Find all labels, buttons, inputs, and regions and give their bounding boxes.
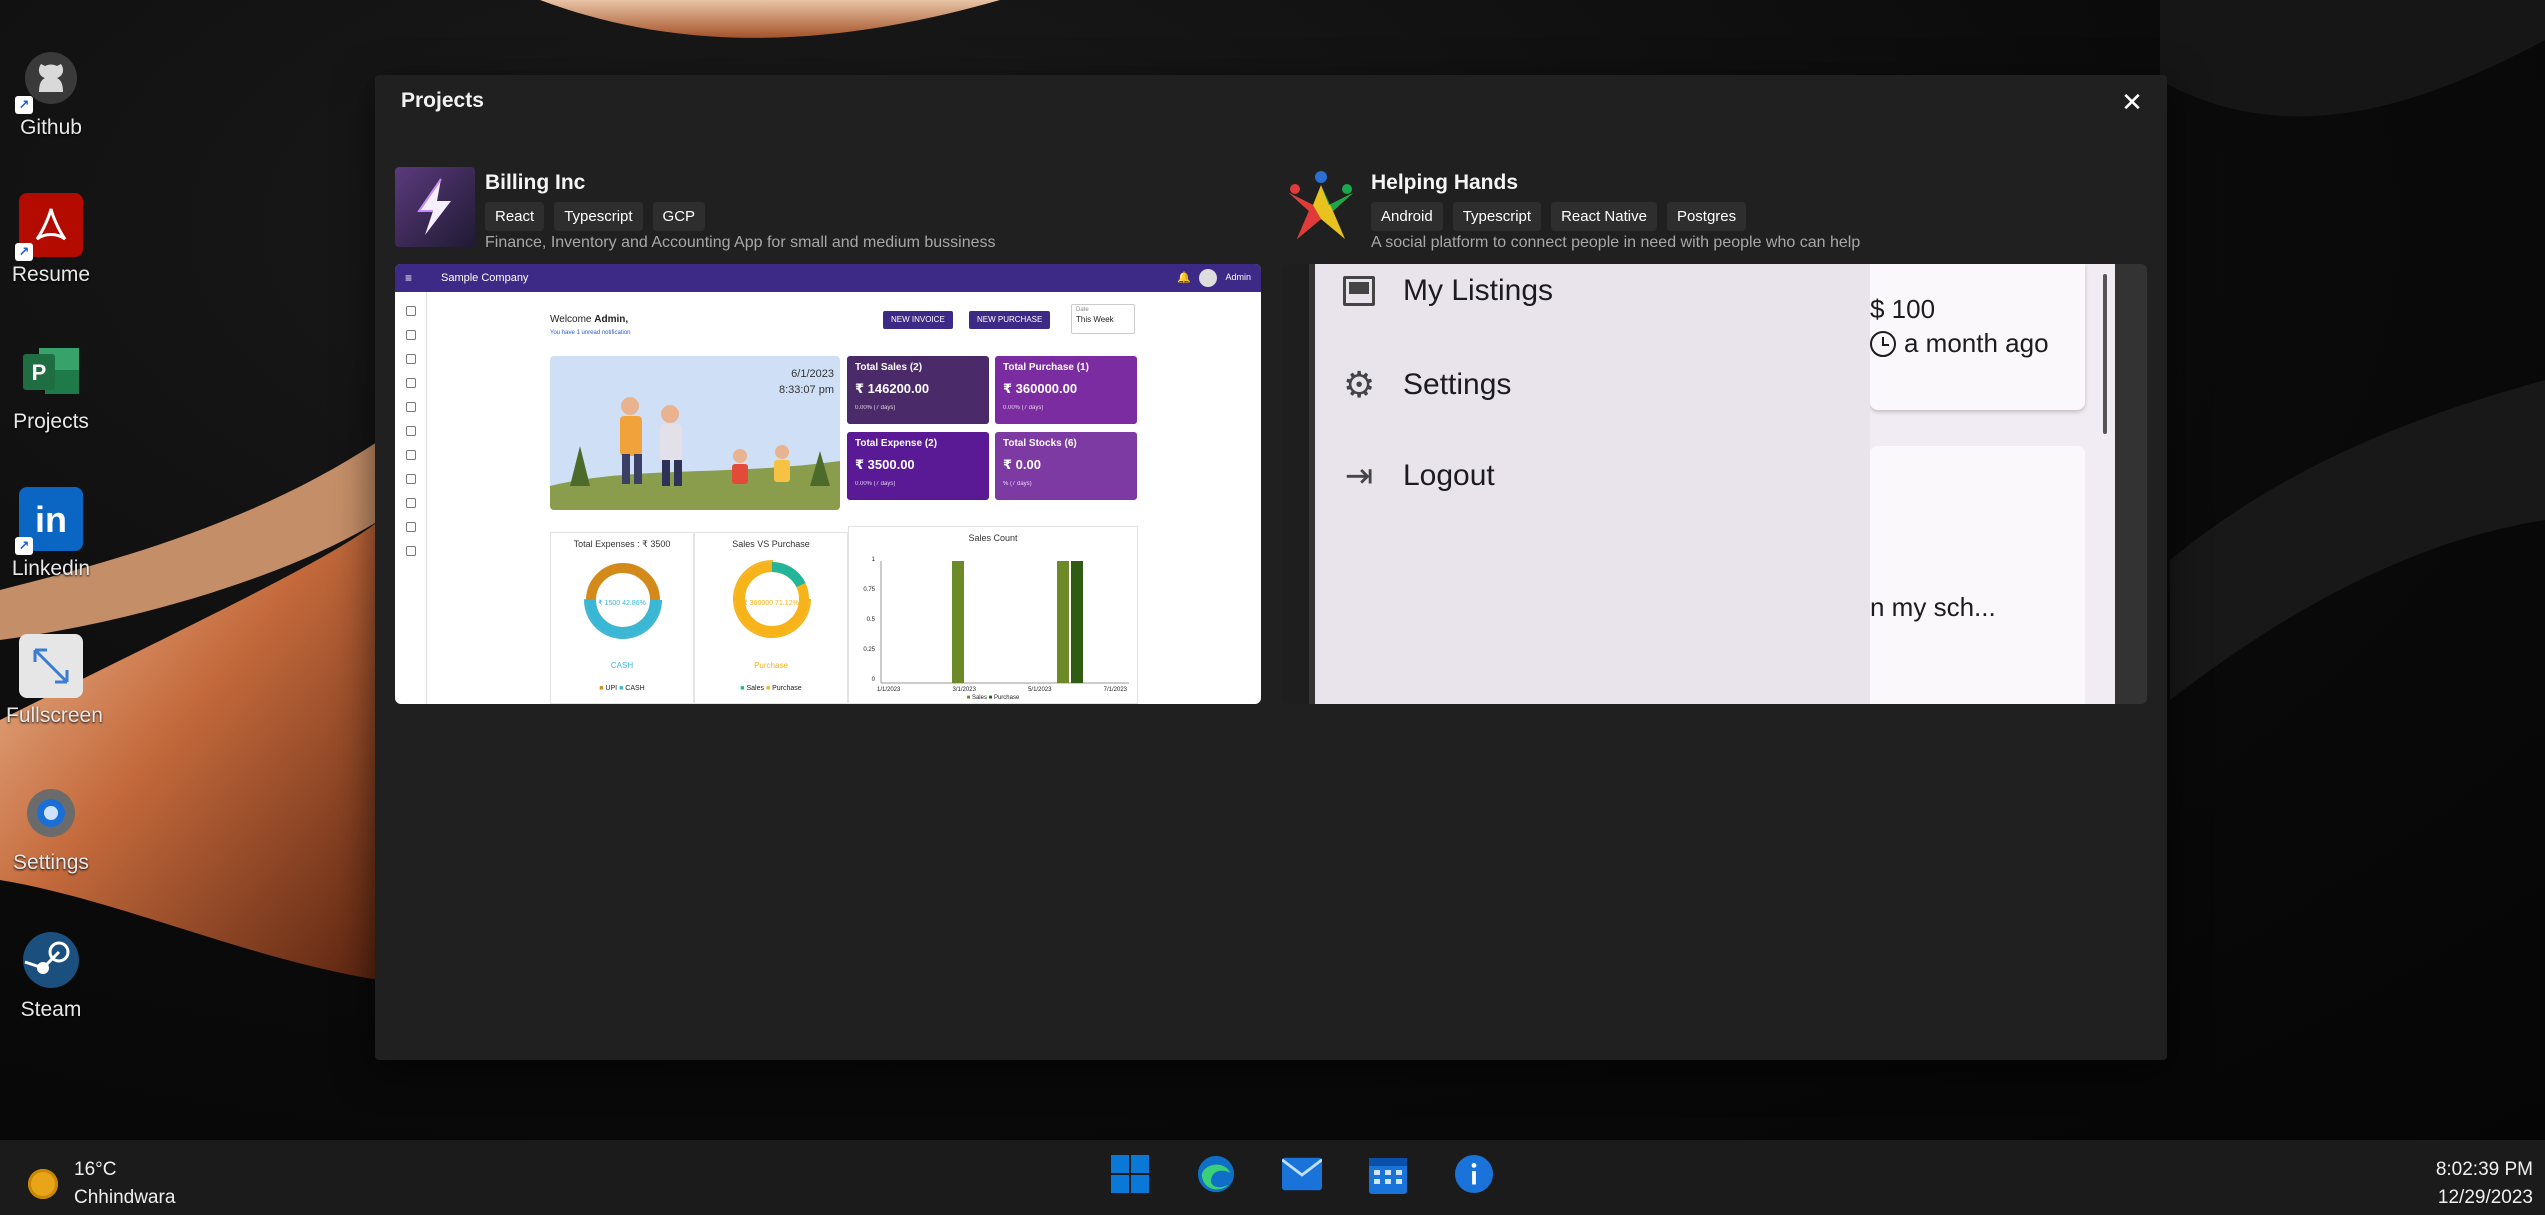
steam-icon [19, 928, 83, 992]
edge-icon[interactable] [1196, 1154, 1236, 1194]
user-name: Admin [1225, 272, 1251, 282]
tag-react-native: React Native [1551, 202, 1657, 231]
desktop-icon-label: Projects [13, 410, 89, 433]
helping-hands-logo-icon [1281, 167, 1361, 247]
company-name: Sample Company [441, 272, 529, 284]
welcome-illustration: 6/1/2023 8:33:07 pm [550, 356, 840, 510]
desktop-icon-projects[interactable]: P Projects [6, 340, 96, 434]
notification-text: You have 1 unread notification [550, 330, 631, 336]
drawer-item-my-listings: My Listings [1343, 274, 1553, 308]
calendar-icon[interactable] [1368, 1154, 1408, 1194]
billing-logo-icon [395, 167, 475, 247]
weather-widget[interactable]: 16°C Chhindwara [28, 1156, 175, 1212]
stat-total-expense: Total Expense (2) ₹ 3500.00 0.00% (7 day… [847, 432, 989, 500]
desktop-icon-linkedin[interactable]: in ↗ Linkedin [6, 487, 96, 581]
taskbar-apps [1110, 1154, 1494, 1194]
tag-android: Android [1371, 202, 1443, 231]
drawer-item-settings: ⚙ Settings [1343, 364, 1512, 405]
gear-icon: ⚙ [1343, 364, 1376, 405]
clock-date: 12/29/2023 [2437, 1187, 2533, 1208]
sales-count-panel: Sales Count 1 0.75 0.5 0.25 0 1/1/2023 3… [848, 526, 1138, 704]
listing-time: a month ago [1904, 328, 2049, 358]
svg-text:in: in [35, 499, 67, 540]
desktop-icon-resume[interactable]: ↗ Resume [6, 193, 96, 287]
billing-topbar: ≡ Sample Company 🔔 Admin [395, 264, 1261, 292]
shortcut-arrow-icon: ↗ [15, 96, 33, 114]
desktop-icon-fullscreen[interactable]: Fullscreen [6, 634, 103, 728]
stat-total-stocks: Total Stocks (6) ₹ 0.00 % (7 days) [995, 432, 1137, 500]
clock-icon [1870, 330, 1896, 357]
sales-vs-purchase-panel: Sales VS Purchase ₹ 360000 71.12% Purcha… [694, 532, 848, 704]
desktop-icon-label: Steam [20, 998, 82, 1021]
tag-typescript: Typescript [1452, 202, 1542, 231]
listing-snippet: n my sch... [1870, 592, 1996, 622]
fullscreen-icon [19, 634, 83, 698]
stat-total-sales: Total Sales (2) ₹ 146200.00 0.00% (7 day… [847, 356, 989, 424]
illustration-time: 8:33:07 pm [778, 384, 834, 396]
clock-time: 8:02:39 PM [2435, 1159, 2533, 1180]
expenses-panel: Total Expenses : ₹ 3500 ₹ 1500 42.86% CA… [550, 532, 694, 704]
info-icon[interactable] [1454, 1154, 1494, 1194]
bell-icon: 🔔 [1177, 272, 1191, 284]
project-description: A social platform to connect people in n… [1371, 234, 1861, 251]
project-name: Helping Hands [1371, 171, 1519, 194]
pdf-icon: ↗ [15, 193, 83, 261]
desktop-icon-label: Github [20, 116, 82, 139]
desktop-icon-github[interactable]: ↗ Github [6, 46, 96, 140]
listing-price: $ 100 [1870, 294, 1936, 324]
avatar [1199, 269, 1217, 287]
welcome-text: Welcome Admin, [550, 314, 629, 325]
listing-card: $ 100 a month ago [1870, 264, 2085, 410]
desktop-icon-label: Linkedin [11, 557, 91, 580]
temperature: 16°C [74, 1159, 117, 1180]
scrollbar [2103, 274, 2107, 434]
desktop-icon-label: Resume [11, 263, 91, 286]
window-title: Projects [401, 89, 484, 112]
new-invoice-button: NEW INVOICE [883, 311, 953, 329]
sales-count-bar-chart [880, 561, 1129, 684]
projects-window: Projects ✕ Billing Inc React Typescript … [375, 75, 2167, 1060]
close-icon[interactable]: ✕ [2117, 87, 2147, 117]
svg-text:P: P [32, 360, 47, 385]
project-icon: P [19, 340, 83, 404]
project-card-helping-hands[interactable]: Helping Hands Android Typescript React N… [1281, 167, 2147, 704]
tag-gcp: GCP [652, 202, 706, 231]
shortcut-arrow-icon: ↗ [15, 243, 33, 261]
desktop-icon-label: Settings [13, 851, 89, 874]
sun-icon [28, 1169, 58, 1199]
city: Chhindwara [74, 1187, 176, 1208]
desktop-icon-settings[interactable]: Settings [6, 781, 96, 875]
navigation-drawer: My Listings ⚙ Settings ⇥ Logout [1315, 264, 1870, 704]
desktop-icon-label: Fullscreen [6, 704, 103, 727]
start-icon[interactable] [1110, 1154, 1150, 1194]
system-clock[interactable]: 8:02:39 PM 12/29/2023 [2436, 1156, 2533, 1212]
taskbar: 16°C Chhindwara 8:02:39 PM 12/29/2023 [0, 1140, 2545, 1215]
project-tags: React Typescript GCP [485, 202, 706, 231]
helping-hands-screenshot: $ 100 a month ago n my sch... My Listing… [1281, 264, 2147, 704]
billing-sidebar [395, 292, 427, 704]
project-tags: Android Typescript React Native Postgres [1371, 202, 1747, 231]
project-name: Billing Inc [485, 171, 586, 194]
tag-typescript: Typescript [554, 202, 643, 231]
shortcut-arrow-icon: ↗ [15, 537, 33, 555]
new-purchase-button: NEW PURCHASE [969, 311, 1051, 329]
project-card-billing[interactable]: Billing Inc React Typescript GCP Finance… [395, 167, 1261, 704]
tag-react: React [485, 202, 545, 231]
linkedin-icon: in ↗ [15, 487, 83, 555]
github-icon: ↗ [15, 46, 83, 114]
listings-icon [1343, 276, 1375, 306]
stat-total-purchase: Total Purchase (1) ₹ 360000.00 0.00% (7 … [995, 356, 1137, 424]
billing-screenshot: ≡ Sample Company 🔔 Admin Welcome Admin, … [395, 264, 1261, 704]
tag-postgres: Postgres [1666, 202, 1747, 231]
logout-icon: ⇥ [1344, 457, 1374, 495]
desktop-icon-steam[interactable]: Steam [6, 928, 96, 1022]
menu-icon: ≡ [405, 271, 413, 285]
drawer-item-logout: ⇥ Logout [1344, 457, 1495, 495]
listing-card: n my sch... [1870, 446, 2085, 704]
mail-icon[interactable] [1282, 1154, 1322, 1194]
illustration-date: 6/1/2023 [791, 368, 834, 380]
gear-icon [19, 781, 83, 845]
date-range-select: Date This Week [1071, 304, 1135, 334]
project-description: Finance, Inventory and Accounting App fo… [485, 234, 996, 251]
